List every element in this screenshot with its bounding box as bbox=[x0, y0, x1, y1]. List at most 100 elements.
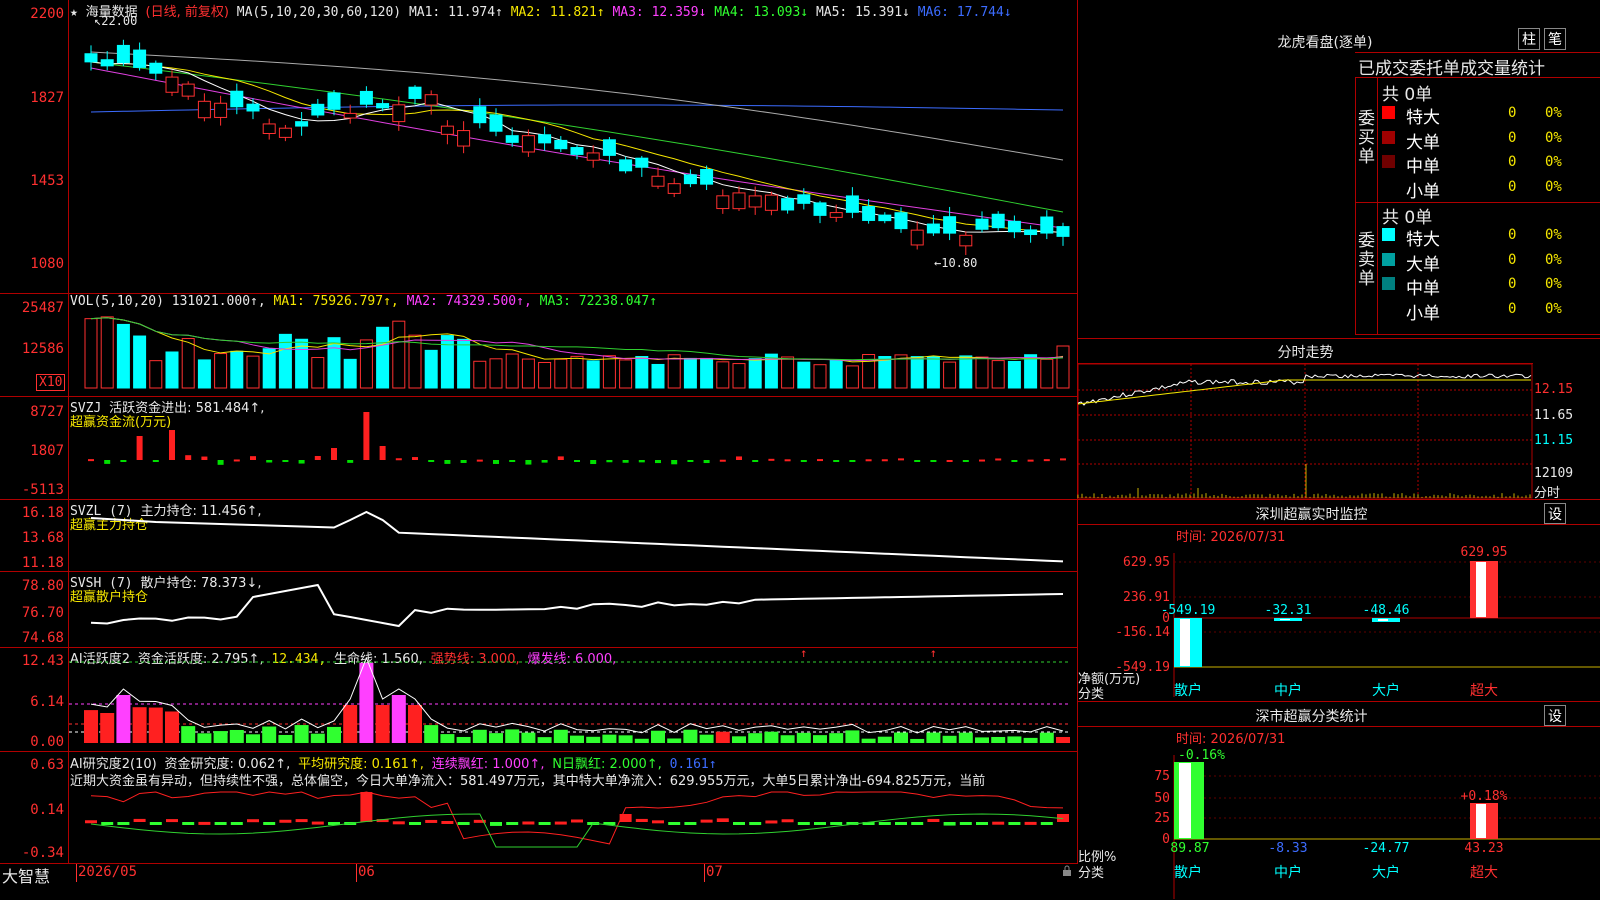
monitor-category: 散户 bbox=[1174, 682, 1202, 699]
candle-body bbox=[700, 168, 714, 185]
ai-research-y-label: 0.63 bbox=[30, 757, 64, 773]
flow-bar bbox=[557, 456, 564, 460]
flow-bar bbox=[347, 460, 354, 463]
research-bar bbox=[895, 822, 907, 825]
activity-bar bbox=[699, 734, 714, 743]
class-bar-shine bbox=[1179, 763, 1191, 838]
activity-bar bbox=[764, 731, 779, 743]
volume-bar bbox=[586, 360, 600, 389]
volume-bar bbox=[570, 355, 584, 389]
bar-mode-button[interactable]: 柱 bbox=[1518, 28, 1540, 50]
volume-bar bbox=[748, 358, 762, 389]
activity-bar bbox=[310, 733, 325, 743]
activity-bar bbox=[829, 733, 844, 743]
volume-bar bbox=[311, 357, 325, 389]
ai-activity-bars[interactable]: ↑ ↑ bbox=[69, 646, 1077, 751]
row-value: 0 bbox=[1508, 105, 1517, 121]
flow-bar bbox=[412, 457, 418, 460]
color-swatch bbox=[1382, 130, 1395, 144]
candle-body bbox=[343, 112, 357, 119]
main-y-label: 1080 bbox=[30, 256, 64, 272]
flow-bar bbox=[671, 460, 678, 465]
class-bar-chart[interactable]: 75 50 25 0 -0.16% +0.18% 89.87 -8.33 -24.77 43.23… bbox=[1078, 727, 1600, 900]
research-bar bbox=[668, 822, 681, 825]
class-y-label: 50 bbox=[1154, 791, 1170, 806]
volume-bar bbox=[878, 356, 892, 389]
row-name: 特大 bbox=[1406, 230, 1440, 250]
candle-body bbox=[683, 174, 697, 185]
candle-body bbox=[845, 195, 859, 213]
volume-unit-badge[interactable]: X10 bbox=[36, 374, 66, 391]
flow-bar bbox=[638, 460, 645, 463]
research-bar bbox=[1040, 822, 1053, 825]
svsh-y-label: 76.70 bbox=[21, 605, 64, 621]
research-bar bbox=[814, 822, 826, 825]
class-settings-button[interactable]: 设 bbox=[1544, 705, 1566, 726]
monitor-bar-shine bbox=[1378, 619, 1388, 621]
intraday-chart[interactable] bbox=[1077, 363, 1533, 499]
candle-body bbox=[748, 195, 762, 208]
volume-bar bbox=[602, 355, 616, 389]
monitor-bar-label: 629.95 bbox=[1461, 545, 1508, 560]
candle-body bbox=[197, 100, 211, 119]
candlestick-chart[interactable] bbox=[69, 0, 1077, 294]
research-bar bbox=[133, 818, 146, 822]
class-top-label: -0.16% bbox=[1178, 748, 1225, 763]
lock-icon[interactable] bbox=[1062, 865, 1072, 876]
candle-body bbox=[84, 53, 98, 63]
row-value: 0 bbox=[1508, 251, 1517, 268]
activity-bar bbox=[1007, 736, 1022, 743]
candle-body bbox=[521, 135, 535, 153]
activity-bar bbox=[343, 705, 358, 743]
monitor-y-label: 629.95 bbox=[1123, 555, 1170, 570]
volume-bars[interactable] bbox=[69, 294, 1077, 396]
class-bar-super bbox=[1470, 803, 1498, 839]
volume-bar bbox=[813, 364, 827, 389]
flow-bar bbox=[606, 460, 613, 463]
research-bar bbox=[214, 822, 227, 825]
volume-bar bbox=[165, 351, 179, 389]
color-swatch bbox=[1382, 179, 1395, 193]
research-bar bbox=[360, 792, 373, 822]
flow-bar bbox=[574, 460, 580, 462]
class-top-label: +0.18% bbox=[1461, 789, 1508, 804]
monitor-bar-chart[interactable]: 629.95236.910-156.14-549.19-549.19 -32.31… bbox=[1078, 525, 1600, 701]
lhb-subtitle: 已成交委托单成交量统计 bbox=[1358, 59, 1545, 79]
ai-research-bars[interactable] bbox=[69, 752, 1077, 863]
candle-body bbox=[1024, 229, 1038, 236]
volume-bar bbox=[230, 350, 244, 389]
svzj-bars[interactable] bbox=[69, 397, 1077, 499]
activity-bar bbox=[958, 732, 973, 743]
row-percent: 0% bbox=[1545, 251, 1562, 268]
date-label: 06 bbox=[358, 864, 375, 880]
flow-bar bbox=[849, 460, 856, 462]
flow-bar bbox=[622, 460, 629, 463]
candle-body bbox=[424, 94, 438, 106]
candle-body bbox=[181, 83, 195, 97]
monitor-bar-shine bbox=[1180, 619, 1190, 666]
svzl-y-label: 11.18 bbox=[21, 555, 64, 571]
activity-bar bbox=[165, 711, 179, 743]
monitor-settings-button[interactable]: 设 bbox=[1544, 503, 1566, 524]
volume-bar bbox=[700, 357, 714, 389]
candle-body bbox=[1056, 226, 1070, 237]
tick-mode-button[interactable]: 笔 bbox=[1544, 28, 1566, 50]
flow-bar bbox=[314, 455, 321, 460]
research-bar bbox=[878, 822, 891, 825]
research-bar bbox=[441, 820, 454, 824]
volume-bar bbox=[845, 365, 859, 389]
activity-bar bbox=[246, 734, 260, 743]
fs-y-label: 12109 bbox=[1534, 466, 1574, 481]
monitor-bar-label: -32.31 bbox=[1265, 603, 1312, 618]
row-value: 0 bbox=[1508, 276, 1517, 292]
candle-body bbox=[910, 229, 924, 246]
svzl-y-label: 16.18 bbox=[21, 505, 64, 521]
monitor-bar-shine bbox=[1280, 619, 1290, 620]
candle-body bbox=[959, 234, 973, 247]
candle-body bbox=[440, 125, 454, 135]
svsh-line[interactable] bbox=[69, 572, 1077, 647]
svzl-line[interactable] bbox=[69, 500, 1077, 571]
activity-bar bbox=[991, 736, 1006, 743]
fs-y-label: 12.15 bbox=[1534, 382, 1574, 397]
research-bar bbox=[749, 822, 762, 826]
